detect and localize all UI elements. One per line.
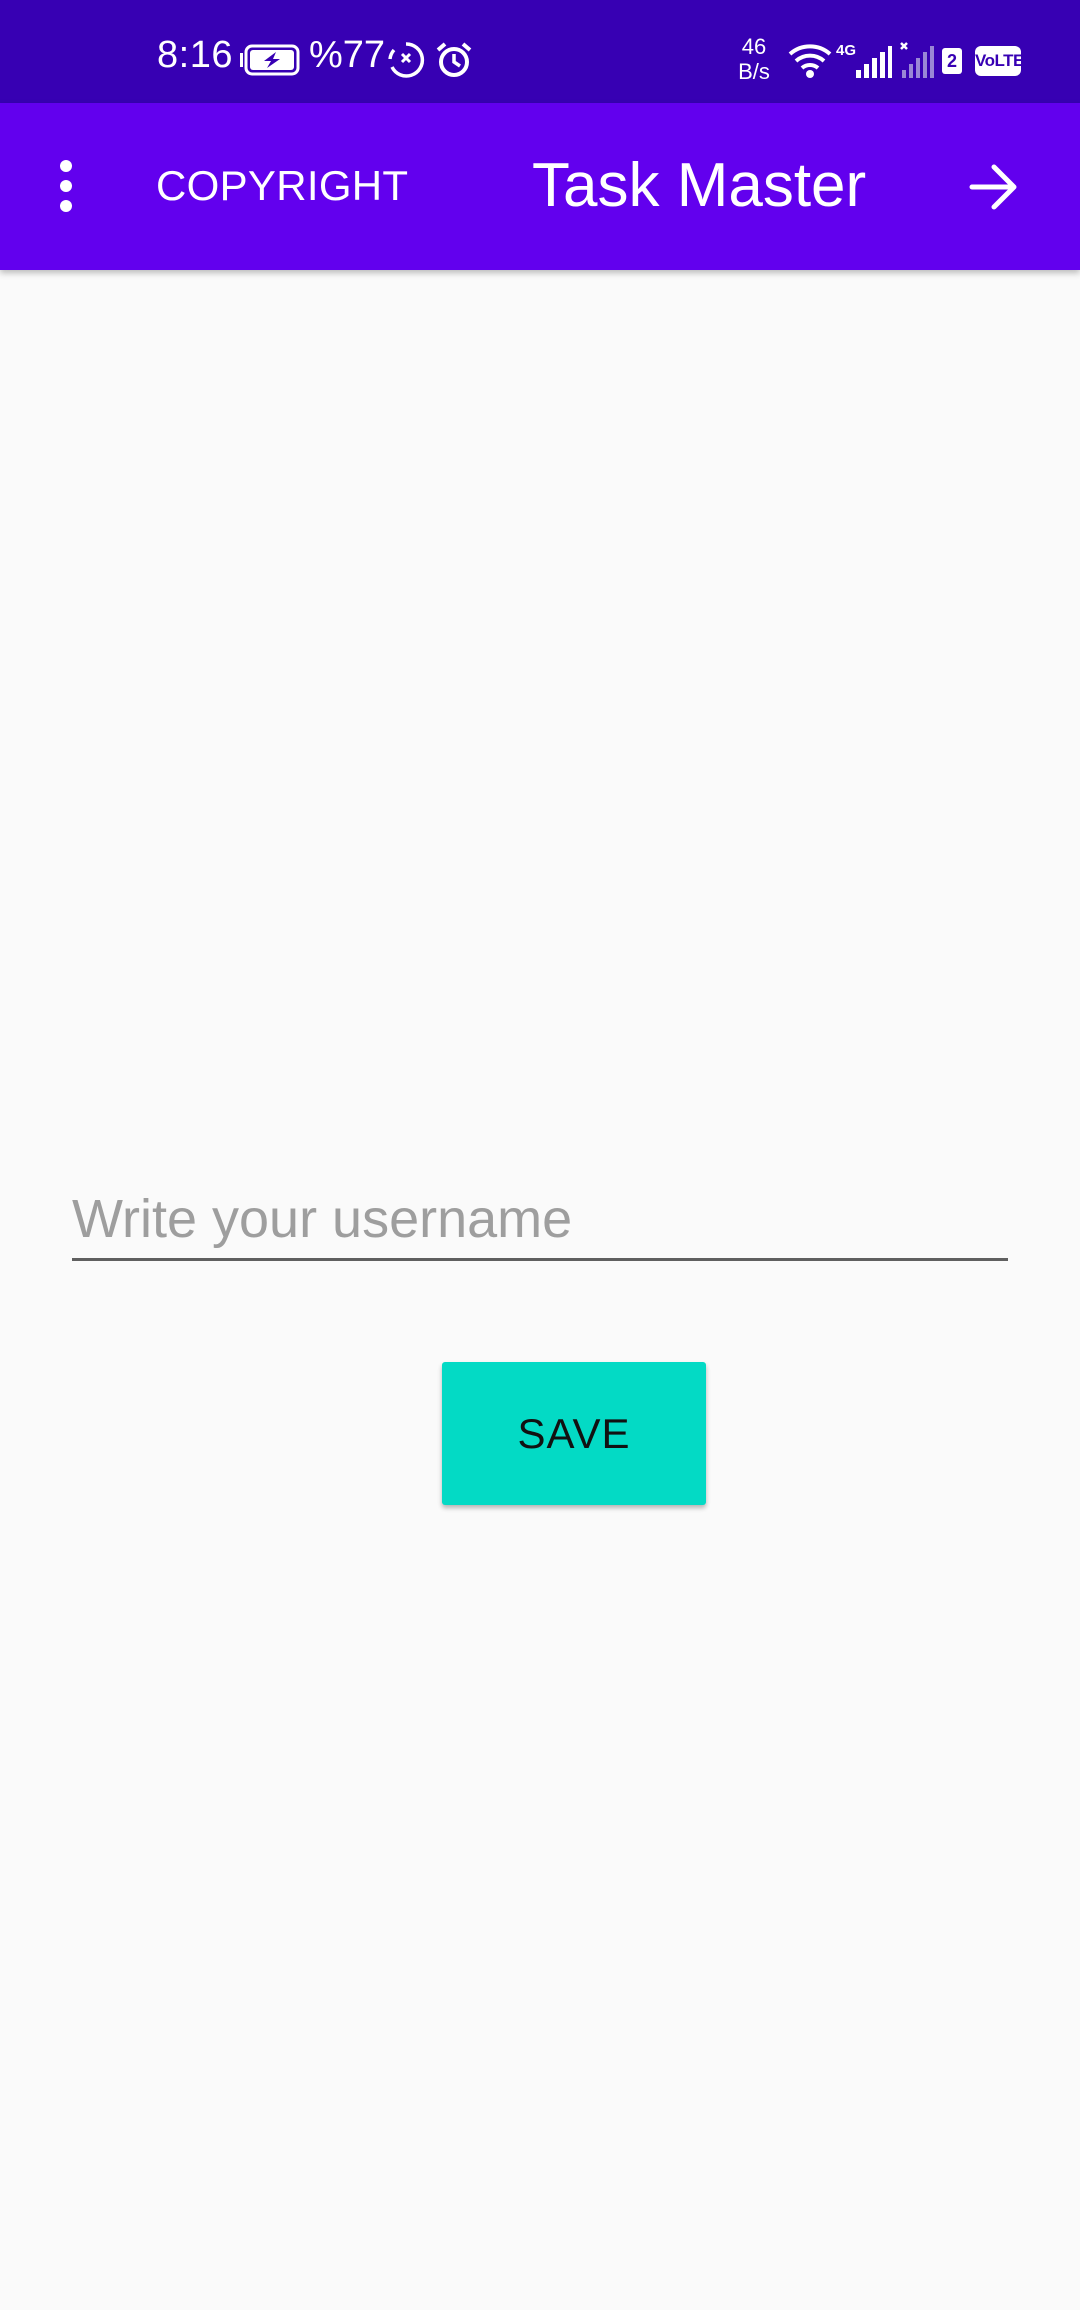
battery-percent: %77 <box>309 34 386 76</box>
app-title: Task Master <box>532 151 867 220</box>
alarm-icon <box>436 42 472 77</box>
network-speed-unit: B/s <box>738 59 770 85</box>
network-speed-value: 46 <box>741 34 767 59</box>
more-vertical-icon[interactable] <box>36 149 96 223</box>
app-bar: COPYRIGHT Task Master <box>0 103 1080 270</box>
network-speed: 46 B/s <box>728 34 780 85</box>
status-time: 8:16 <box>157 34 233 76</box>
network-type: 4G <box>836 42 857 59</box>
wifi-icon <box>788 44 832 78</box>
volte-badge: VoLTE <box>975 46 1024 76</box>
signal-sim1-icon <box>856 46 892 78</box>
username-input[interactable] <box>72 1180 1008 1261</box>
battery-charging-icon <box>240 44 300 76</box>
data-saver-icon <box>388 42 425 78</box>
signal-sim2-no-service-icon <box>900 42 934 78</box>
status-bar: 8:16 %77 46 B/s 4G 2 VoLTE <box>0 0 1080 103</box>
sim-slot-indicator: 2 <box>942 48 962 74</box>
copyright-button[interactable]: COPYRIGHT <box>156 165 408 207</box>
arrow-right-icon[interactable] <box>964 157 1024 217</box>
save-button[interactable]: SAVE <box>442 1362 706 1505</box>
